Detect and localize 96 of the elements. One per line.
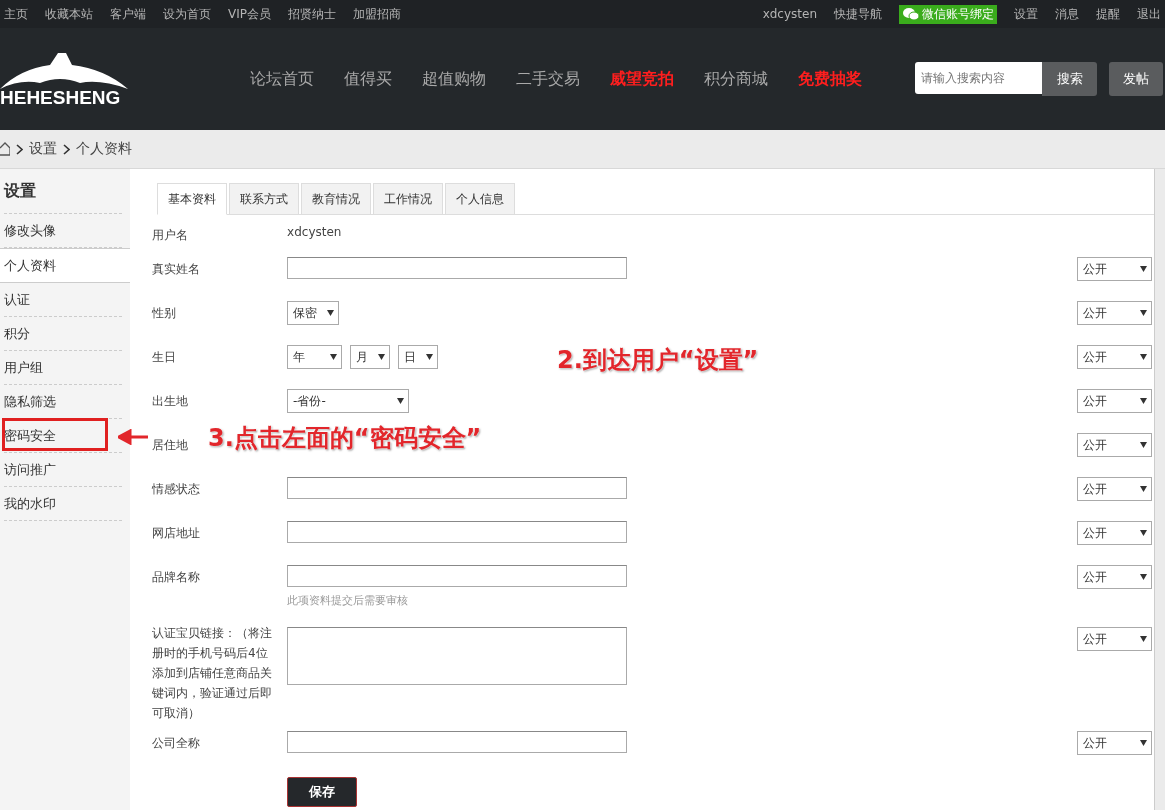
nav-link[interactable]: 免费抽奖 [798,68,862,90]
field-label: 情感状态 [152,482,201,496]
top-link[interactable]: 客户端 [110,5,146,23]
caret-icon [1140,310,1148,316]
caret-icon [426,354,434,360]
sidebar-item[interactable]: 积分 [4,317,123,351]
nav-link[interactable]: 论坛首页 [250,68,314,90]
chevron-icon [63,143,70,155]
caret-icon [1140,636,1148,642]
tab[interactable]: 教育情况 [301,183,372,215]
sidebar-title: 设置 [4,169,123,214]
caret-icon [1140,530,1148,536]
user-link[interactable]: 设置 [1014,5,1038,23]
tab[interactable]: 基本资料 [157,183,228,215]
field-label: 出生地 [152,394,189,408]
caret-icon [1140,266,1148,272]
select-field[interactable]: 月 [350,345,391,369]
top-link[interactable]: 收藏本站 [45,5,93,23]
caret-icon [327,310,335,316]
breadcrumb-link[interactable]: 设置 [29,140,57,158]
privacy-select[interactable]: 公开 [1077,389,1153,413]
input-field[interactable] [287,565,628,587]
tab[interactable]: 工作情况 [373,183,444,215]
field-label: 网店地址 [152,526,201,540]
select-field[interactable]: 日 [398,345,439,369]
field-label: 公司全称 [152,736,201,750]
logo-text: HEHESHENG [0,87,121,109]
caret-icon [1140,442,1148,448]
save-button[interactable]: 保存 [287,777,358,807]
username-link[interactable]: xdcysten [762,7,817,21]
user-link[interactable]: 消息 [1055,5,1079,23]
top-link[interactable]: 加盟招商 [353,5,401,23]
sidebar-item[interactable]: 访问推广 [4,453,123,487]
user-link[interactable]: 提醒 [1096,5,1120,23]
field-label: 性别 [152,306,177,320]
annotation-text: 2.到达用户“设置” [557,345,759,376]
breadcrumb-link[interactable]: 个人资料 [76,140,132,158]
field-value: xdcysten [287,224,343,239]
privacy-select[interactable]: 公开 [1077,301,1153,325]
sidebar-item[interactable]: 认证 [4,283,123,317]
caret-icon [397,398,405,404]
privacy-select[interactable]: 公开 [1077,731,1153,755]
select-field[interactable]: -省份- [287,389,410,413]
top-link[interactable]: 主页 [4,5,28,23]
annotation-text: 3.点击左面的“密码安全” [208,423,482,454]
input-field[interactable] [287,477,628,499]
privacy-select[interactable]: 公开 [1077,521,1153,545]
top-link[interactable]: 招贤纳士 [288,5,336,23]
caret-icon [330,354,338,360]
nav-link[interactable]: 积分商城 [704,68,768,90]
search-button[interactable]: 搜索 [1042,62,1097,96]
nav-link[interactable]: 超值购物 [422,68,486,90]
input-field[interactable] [287,257,628,279]
caret-icon [378,354,386,360]
privacy-select[interactable]: 公开 [1077,433,1153,457]
input-field[interactable] [287,521,628,543]
sidebar-item[interactable]: 我的水印 [4,487,123,521]
chevron-icon [16,143,23,155]
hint-text: 此项资料提交后需要审核 [287,593,410,608]
nav-link[interactable]: 二手交易 [516,68,580,90]
home-icon[interactable] [0,142,10,156]
privacy-select[interactable]: 公开 [1077,345,1153,369]
field-label: 用户名 [152,228,189,242]
caret-icon [1140,354,1148,360]
arrow-icon [118,429,148,445]
caret-icon [1140,740,1148,746]
select-field[interactable]: 保密 [287,301,340,325]
sidebar-item[interactable]: 隐私筛选 [4,385,123,419]
input-field[interactable] [287,731,628,753]
field-label: 认证宝贝链接：（将注册时的手机号码后4位添加到店铺任意商品关键词内，验证通过后即可取消） [152,626,273,720]
top-link[interactable]: 设为首页 [163,5,211,23]
tab[interactable]: 个人信息 [445,183,516,215]
privacy-select[interactable]: 公开 [1077,627,1153,651]
caret-icon [1140,486,1148,492]
field-label: 生日 [152,350,177,364]
chat-bubbles-icon [902,7,920,21]
quick-nav-link[interactable]: 快捷导航 [834,5,882,23]
select-field[interactable]: 年 [287,345,343,369]
privacy-select[interactable]: 公开 [1077,565,1153,589]
privacy-select[interactable]: 公开 [1077,257,1153,281]
field-label: 居住地 [152,438,189,452]
top-link[interactable]: VIP会员 [228,5,271,23]
field-label: 真实姓名 [152,262,201,276]
user-link[interactable]: 退出 [1137,5,1161,23]
search-field[interactable]: 请输入搜索内容 [915,62,1042,94]
caret-icon [1140,574,1148,580]
text-area[interactable] [287,627,628,685]
nav-link[interactable]: 值得买 [344,68,392,90]
caret-icon [1140,398,1148,404]
nav-link[interactable]: 威望竞拍 [610,68,674,90]
privacy-select[interactable]: 公开 [1077,477,1153,501]
sidebar-item[interactable]: 用户组 [4,351,123,385]
tab[interactable]: 联系方式 [229,183,300,215]
field-label: 品牌名称 [152,570,201,584]
sidebar-item[interactable]: 个人资料 [0,248,131,283]
post-button[interactable]: 发帖 [1109,62,1163,96]
